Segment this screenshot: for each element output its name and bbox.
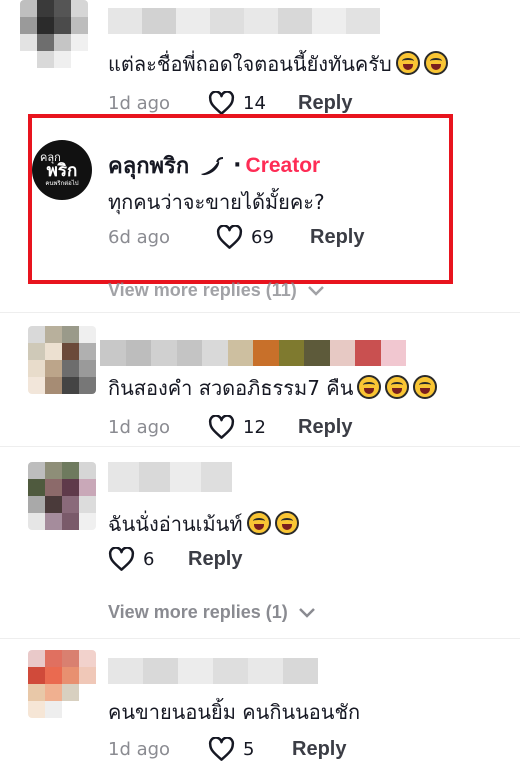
like-button[interactable]: 12 [208,414,298,440]
comment-text-content: กินสองคำ สวดอภิธรรม7 คืน [108,376,354,400]
reply-button[interactable]: Reply [310,226,364,249]
comment-time: 6d ago [108,226,171,248]
like-count: 14 [243,92,266,114]
divider [0,446,520,447]
chili-pepper-icon [201,156,224,175]
creator-comment-text: ทุกคนว่าจะขายได้มั้ยคะ? [108,190,325,214]
creator-header: คลุกพริก · Creator [108,148,320,183]
grinning-sweat-emoji-icon [395,51,420,75]
blurred-username[interactable] [100,340,406,366]
comment-meta: 1d ago 12 Reply [108,412,352,442]
divider [0,638,520,639]
rofl-emoji-icon [413,375,438,399]
comment-text: แต่ละชื่อพี่ถอดใจตอนนี้ยังทันครับ [108,48,448,80]
chevron-down-icon [298,607,315,618]
heart-outline-icon [216,224,243,249]
creator-comment-meta: 6d ago 69 Reply [108,222,364,252]
comment-time: 1d ago [108,416,171,438]
like-button[interactable]: 69 [216,224,310,250]
creator-username[interactable]: คลุกพริก [108,148,189,183]
heart-outline-icon [108,546,135,571]
like-button[interactable]: 14 [208,90,298,116]
heart-outline-icon [208,90,235,115]
grinning-sweat-emoji-icon [274,511,299,535]
reply-button[interactable]: Reply [188,548,242,571]
view-more-label: View more replies (11) [108,280,297,300]
like-button[interactable]: 6 [108,546,188,572]
comment-text-content: ฉันนั่งอ่านเม้นท์ [108,512,243,536]
comment-time: 1d ago [108,738,171,760]
rofl-emoji-icon [357,375,382,399]
like-count: 5 [243,738,255,760]
avatar-text-small: คนพริกต่อไป [45,180,79,187]
blurred-avatar[interactable] [20,0,88,68]
chevron-down-icon [307,285,324,296]
divider [0,312,520,313]
comment-meta: 6 Reply [108,544,242,574]
like-count: 69 [251,226,274,248]
blurred-username[interactable] [108,8,380,34]
avatar-text-main: พริก [46,161,78,181]
reply-button[interactable]: Reply [298,416,352,439]
like-button[interactable]: 5 [208,736,292,762]
comment-text: คนขายนอนยิ้ม คนกินนอนชัก [108,700,361,724]
reply-button[interactable]: Reply [298,92,352,115]
heart-outline-icon [208,736,235,761]
like-count: 6 [143,548,155,570]
creator-badge: Creator [245,153,321,177]
blurred-username[interactable] [108,658,318,684]
comment-text-content: แต่ละชื่อพี่ถอดใจตอนนี้ยังทันครับ [108,52,392,76]
view-more-replies[interactable]: View more replies (1) [108,602,316,623]
blurred-avatar[interactable] [28,326,96,394]
comment-time: 1d ago [108,92,171,114]
comment-meta: 1d ago 5 Reply [108,734,346,762]
separator-dot: · [233,153,242,178]
view-more-replies[interactable]: View more replies (11) [108,280,325,301]
reply-button[interactable]: Reply [292,738,346,761]
blurred-username[interactable] [108,462,232,492]
blurred-avatar[interactable] [28,650,96,718]
like-count: 12 [243,416,266,438]
grinning-sweat-emoji-icon [246,511,271,535]
rofl-emoji-icon [385,375,410,399]
comment-text: ฉันนั่งอ่านเม้นท์ [108,508,299,540]
heart-outline-icon [208,414,235,439]
view-more-label: View more replies (1) [108,602,288,622]
blurred-avatar[interactable] [28,462,96,530]
creator-avatar[interactable]: คลุก พริก คนพริกต่อไป [32,140,92,200]
grinning-sweat-emoji-icon [423,51,448,75]
comment-text: กินสองคำ สวดอภิธรรม7 คืน [108,372,438,404]
